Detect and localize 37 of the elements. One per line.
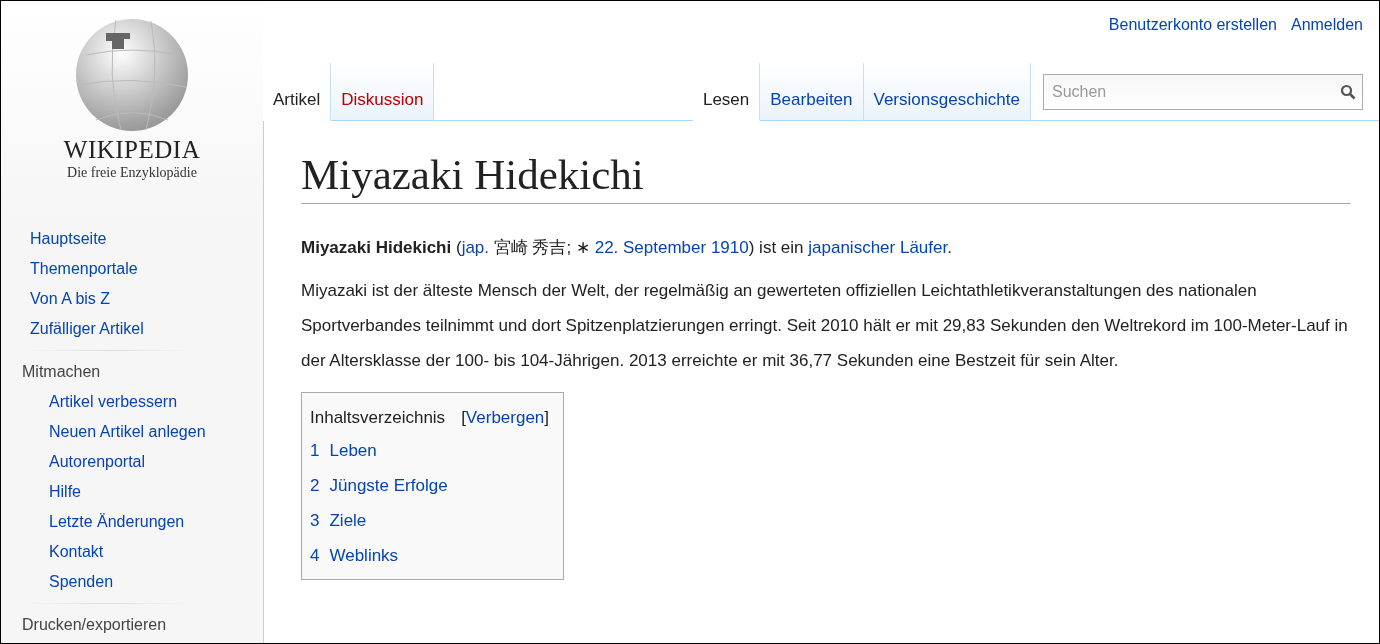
- sidebar-link[interactable]: Autorenportal: [49, 447, 146, 477]
- text-link[interactable]: jap.: [461, 237, 490, 257]
- article-paragraph: Miyazaki ist der älteste Mensch der Welt, der regelmäßig an gewerteten offiziellen Leichtathletikveranstaltungen des nationalen Sportverbandes teilnimmt und dort Spitzenplatzierungen erringt. Seit 2010 hält er mit 29,83 Sekunden den Weltrekord im 100-Meter-Lauf in der Altersklasse der 100- bis 104-Jährigen. 2013 erreichte er mit 36,77 Sekunden eine Bestzeit für sein Alter.: [301, 279, 1349, 372]
- intro-paragraph: Miyazaki Hidekichi (jap. 宮崎 秀吉; ∗ 22. September 1910) ist ein japanischer Läufer.: [301, 236, 953, 259]
- portal-heading[interactable]: Drucken/exportieren: [1, 610, 167, 640]
- sidebar-link[interactable]: Spenden: [49, 567, 114, 597]
- toc-entry[interactable]: 2 Jüngste Erfolge: [310, 467, 448, 503]
- wordmark: WIKIPEDIA: [63, 137, 201, 162]
- sidebar-link[interactable]: Hilfe: [49, 477, 81, 507]
- sidebar-link[interactable]: Neuen Artikel anlegen: [49, 417, 206, 447]
- sidebar-link[interactable]: Artikel verbessern: [49, 387, 178, 417]
- article-title: Miyazaki Hidekichi: [301, 149, 1351, 204]
- sidebar-link[interactable]: Themenportale: [30, 254, 138, 284]
- toc-entry[interactable]: 1 Leben: [310, 432, 377, 468]
- page-tab[interactable]: Diskussion: [331, 63, 435, 121]
- portal-heading[interactable]: Mitmachen: [1, 357, 101, 387]
- view-tab[interactable]: Bearbeiten: [760, 63, 864, 121]
- bracket: ]: [544, 407, 550, 427]
- text-link[interactable]: japanischer Läufer: [808, 237, 948, 257]
- hide-link[interactable]: Verbergen: [465, 407, 545, 427]
- search-input[interactable]: Suchen: [1050, 79, 1340, 105]
- account-link[interactable]: Benutzerkonto erstellen: [1108, 13, 1277, 37]
- sidebar-link[interactable]: Hauptseite: [30, 224, 107, 254]
- toc-title: Inhaltsverzeichnis: [310, 406, 446, 429]
- view-tab[interactable]: Versionsgeschichte: [863, 63, 1031, 121]
- search-field[interactable]: Suchen: [1043, 74, 1363, 110]
- sidebar-link[interactable]: Letzte Änderungen: [49, 507, 185, 537]
- tagline: Die freie Enzyklopädie: [67, 164, 197, 182]
- text-link[interactable]: 22. September 1910: [594, 237, 749, 257]
- sidebar-link[interactable]: Zufälliger Artikel: [30, 314, 144, 344]
- sidebar-link[interactable]: Kontakt: [49, 537, 104, 567]
- toc-entry[interactable]: 3 Ziele: [310, 502, 367, 538]
- account-link[interactable]: Anmelden: [1290, 13, 1363, 37]
- bracket: [: [461, 407, 466, 427]
- search-icon[interactable]: [1340, 84, 1356, 100]
- sidebar-link[interactable]: Von A bis Z: [30, 284, 111, 314]
- toc-entry[interactable]: 4 Weblinks: [310, 537, 399, 573]
